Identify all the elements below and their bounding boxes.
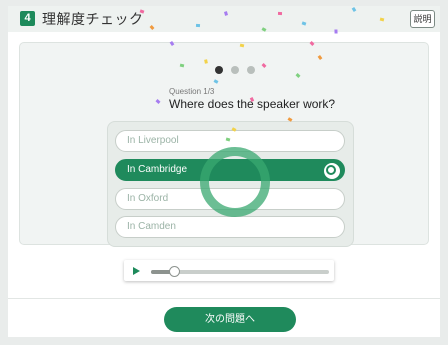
audio-seek-thumb[interactable] bbox=[169, 266, 181, 277]
radio-checked-icon bbox=[324, 163, 340, 179]
help-button[interactable]: 説明 bbox=[410, 10, 435, 28]
progress-dot bbox=[215, 66, 223, 74]
step-number-badge: 4 bbox=[20, 11, 35, 26]
next-question-button[interactable]: 次の問題へ bbox=[164, 307, 296, 332]
confetti-piece bbox=[179, 63, 185, 68]
choice-label: In Camden bbox=[127, 221, 176, 232]
confetti-piece bbox=[204, 59, 208, 64]
confetti-piece bbox=[239, 43, 245, 48]
question-number: Question 1/3 bbox=[169, 87, 215, 96]
footer-divider bbox=[8, 298, 440, 299]
confetti-piece bbox=[277, 11, 283, 16]
choice-option[interactable]: In Camden bbox=[115, 216, 345, 238]
content-panel: Question 1/3 Where does the speaker work… bbox=[8, 32, 440, 337]
confetti-piece bbox=[379, 17, 385, 22]
choice-label: In Cambridge bbox=[127, 164, 188, 175]
progress-dots bbox=[215, 66, 255, 74]
section-title: 理解度チェック bbox=[42, 11, 144, 27]
play-icon[interactable] bbox=[133, 267, 140, 275]
app-frame: 4 理解度チェック 説明 Question 1/3 Where does the… bbox=[0, 0, 448, 345]
section-header: 4 理解度チェック 説明 bbox=[8, 6, 440, 32]
quiz-card: Question 1/3 Where does the speaker work… bbox=[19, 42, 429, 247]
confetti-piece bbox=[334, 29, 338, 34]
audio-seek-track[interactable] bbox=[151, 266, 329, 277]
choice-label: In Oxford bbox=[127, 193, 169, 204]
confetti-piece bbox=[195, 23, 201, 28]
progress-dot bbox=[231, 66, 239, 74]
correct-answer-ring-icon bbox=[200, 147, 270, 217]
audio-player bbox=[124, 260, 334, 281]
progress-dot bbox=[247, 66, 255, 74]
choice-label: In Liverpool bbox=[127, 135, 179, 146]
